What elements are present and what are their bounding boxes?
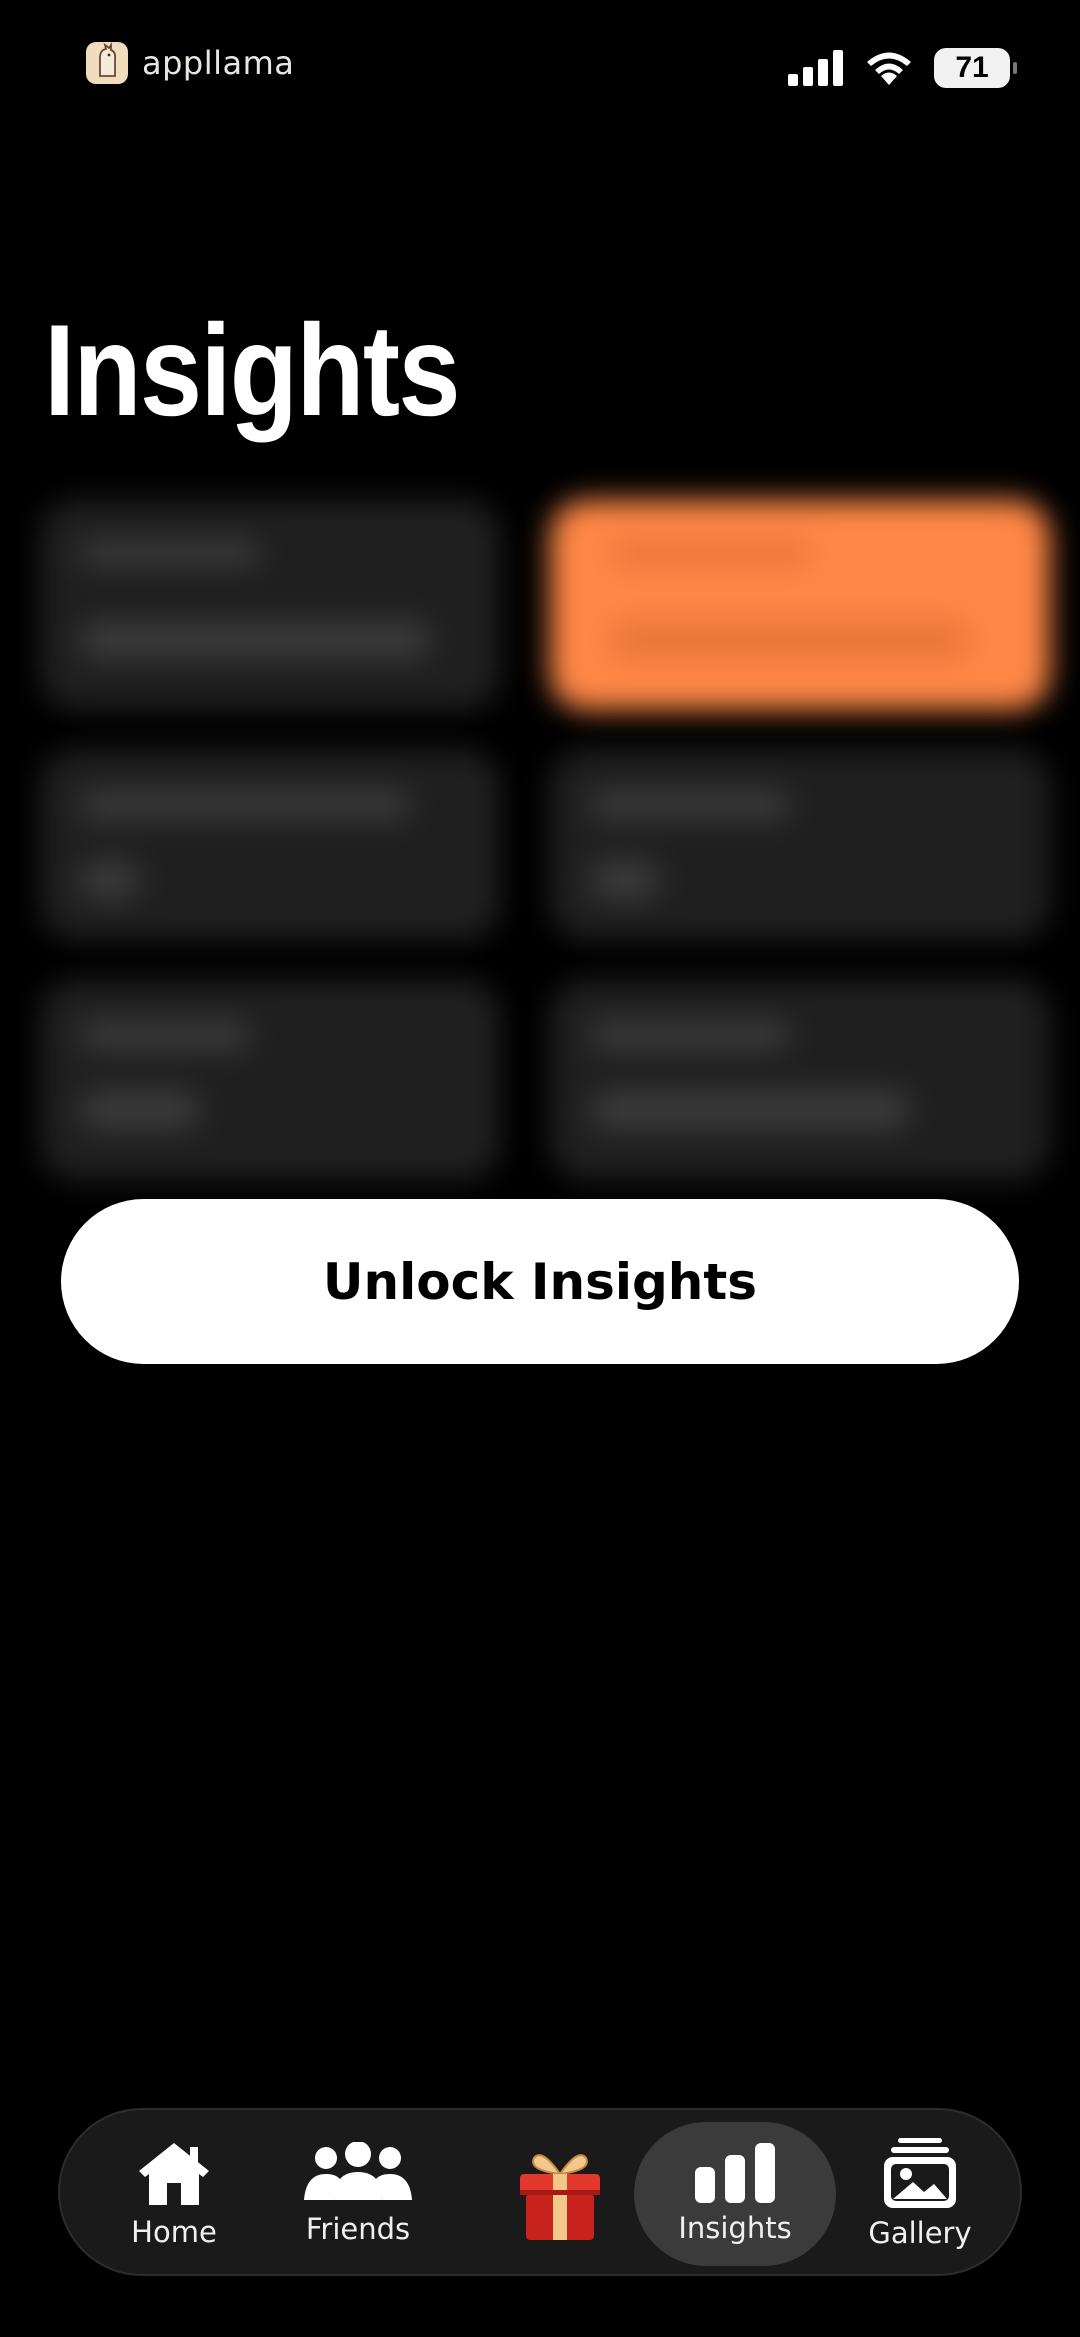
battery-icon: 71	[934, 48, 1017, 88]
insight-card	[550, 750, 1050, 940]
tab-home-label: Home	[131, 2215, 217, 2249]
tab-friends[interactable]: Friends	[278, 2122, 438, 2266]
bar-chart-icon	[695, 2143, 775, 2203]
status-icons: 71	[788, 48, 1017, 88]
insight-card-highlighted	[550, 500, 1050, 710]
insight-card	[550, 980, 1050, 1180]
brand-name: appllama	[142, 44, 295, 82]
tab-home[interactable]: Home	[104, 2122, 244, 2266]
wifi-icon	[867, 52, 911, 85]
tab-bar: Home Friends Insights Gallery	[58, 2108, 1022, 2276]
insight-card	[40, 500, 500, 710]
home-icon	[139, 2143, 209, 2205]
status-bar: appllama 71	[0, 0, 1080, 140]
signal-icon	[788, 50, 843, 86]
insight-card	[40, 980, 500, 1180]
page-title: Insights	[44, 297, 461, 443]
tab-friends-label: Friends	[305, 2212, 411, 2246]
gift-icon	[520, 2154, 600, 2240]
insight-card	[40, 750, 500, 940]
tab-gallery[interactable]: Gallery	[840, 2122, 1000, 2266]
brand: appllama	[86, 42, 294, 84]
tab-gallery-label: Gallery	[868, 2216, 972, 2250]
friends-icon	[304, 2142, 412, 2200]
unlock-insights-button[interactable]: Unlock Insights	[61, 1199, 1019, 1364]
llama-logo-icon	[86, 42, 128, 84]
gallery-icon	[884, 2138, 956, 2208]
tab-gift[interactable]	[490, 2122, 630, 2266]
tab-insights[interactable]: Insights	[634, 2122, 836, 2266]
battery-level: 71	[955, 51, 989, 84]
tab-insights-label: Insights	[678, 2211, 792, 2245]
